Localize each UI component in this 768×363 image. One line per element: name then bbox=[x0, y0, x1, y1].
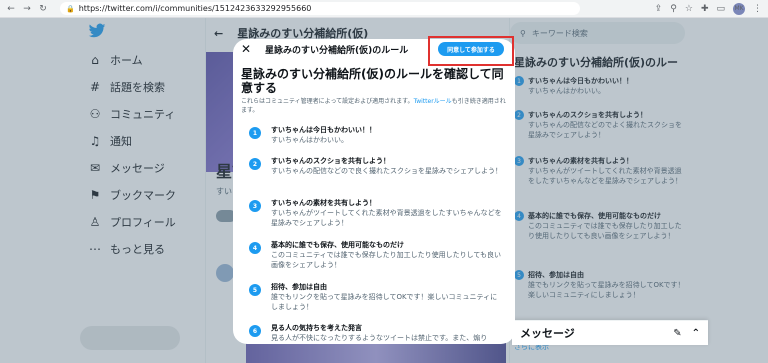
modal-title: 星詠みのすい分補給所(仮)のルール bbox=[265, 46, 409, 56]
highlight-annotation bbox=[428, 36, 514, 66]
intro-text: これらはコミュニティ管理者によって設定および適用されます。Twitterルールも… bbox=[241, 98, 506, 114]
lock-icon: 🔒 bbox=[66, 4, 75, 13]
rule-description: すいちゃんの配信などので良く撮れたスクショを星詠みでシェアしよう！ bbox=[271, 167, 502, 175]
rule-number: 5 bbox=[249, 284, 261, 296]
rule-description: すいちゃんはかわいい。 bbox=[271, 136, 348, 144]
rule-number: 6 bbox=[249, 325, 261, 337]
rule-title: すいちゃんは今日もかわいい！！ bbox=[271, 126, 376, 134]
rule-description: すいちゃんがツイートしてくれた素材や背景透過をしたすいちゃんなどを星詠みでシェア… bbox=[271, 209, 502, 227]
rule-title: 見る人の気持ちを考えた発言 bbox=[271, 324, 362, 332]
rule-title: すいちゃんのスクショを共有しよう！ bbox=[271, 157, 390, 165]
browser-toolbar: ← → ↻ 🔒 https://twitter.com/i/communitie… bbox=[0, 0, 768, 18]
rule-number: 2 bbox=[249, 158, 261, 170]
rule-title: 基本的に誰でも保存、使用可能なものだけ bbox=[271, 241, 404, 249]
profile-avatar[interactable]: MK bbox=[733, 2, 745, 15]
twitter-rules-link[interactable]: Twitterルール bbox=[414, 98, 452, 105]
address-bar[interactable]: 🔒 https://twitter.com/i/communities/1512… bbox=[60, 2, 580, 15]
new-message-icon[interactable]: ✎ bbox=[673, 328, 681, 339]
menu-icon[interactable]: ⋮ bbox=[753, 4, 762, 14]
extensions-icon[interactable]: ✚ bbox=[701, 4, 709, 14]
messages-drawer[interactable]: メッセージ ✎ ⌃ bbox=[512, 320, 708, 345]
forward-icon[interactable]: → bbox=[22, 0, 32, 18]
rule-number: 4 bbox=[249, 242, 261, 254]
url-text: https://twitter.com/i/communities/151242… bbox=[78, 4, 312, 13]
messages-drawer-label: メッセージ bbox=[520, 327, 575, 340]
chevron-up-icon[interactable]: ⌃ bbox=[692, 328, 700, 339]
rules-modal: ✕ 星詠みのすい分補給所(仮)のルール 同意して参加する 星詠みのすい分補給所(… bbox=[233, 39, 515, 344]
zoom-icon[interactable]: ⚲ bbox=[670, 4, 677, 14]
rule-description: 見る人が不快になったりするようなツイートは禁止です。また、煽り bbox=[271, 334, 488, 342]
sidepanel-icon[interactable]: ▭ bbox=[716, 4, 725, 14]
rule-description: 誰でもリンクを貼って星詠みを招待してOKです！楽しいコミュニティにしましょう！ bbox=[271, 293, 498, 311]
page-title: 星詠みのすい分補給所(仮)のルールを確認して同意する bbox=[241, 67, 504, 95]
rule-number: 1 bbox=[249, 127, 261, 139]
rule-title: すいちゃんの素材を共有しよう！ bbox=[271, 199, 376, 207]
reload-icon[interactable]: ↻ bbox=[38, 0, 48, 18]
rule-number: 3 bbox=[249, 200, 261, 212]
share-icon[interactable]: ⇪ bbox=[655, 4, 663, 14]
star-icon[interactable]: ☆ bbox=[685, 4, 693, 14]
rule-description: このコミュニティでは誰でも保存したり加工したり使用したりしても良い画像をシェアし… bbox=[271, 251, 502, 269]
close-icon[interactable]: ✕ bbox=[241, 42, 251, 56]
back-icon[interactable]: ← bbox=[6, 0, 16, 18]
rule-title: 招待、参加は自由 bbox=[271, 283, 327, 291]
